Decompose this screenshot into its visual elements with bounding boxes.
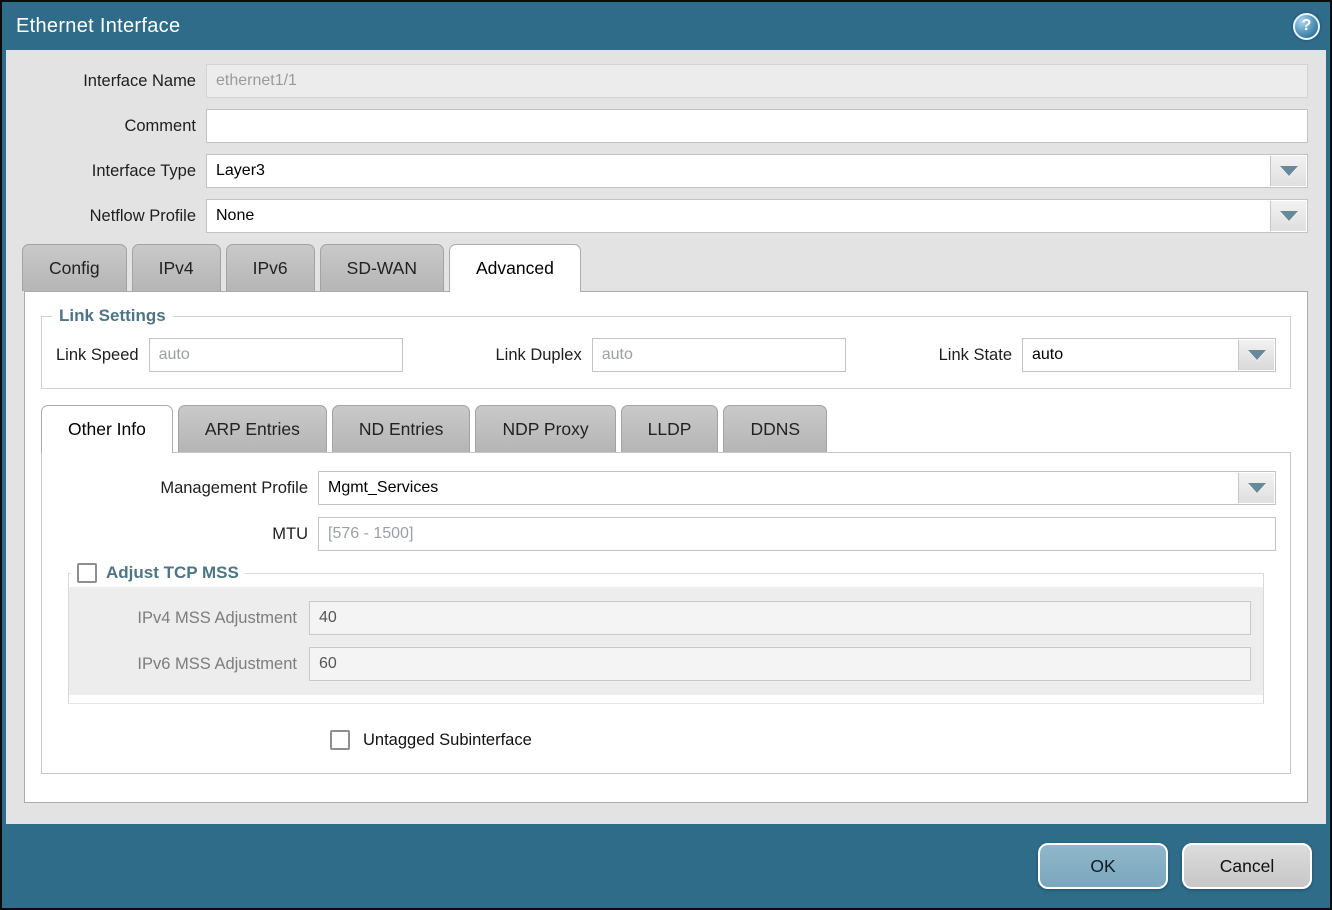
link-speed-group: Link Speed [56,338,403,372]
tab-advanced[interactable]: Advanced [449,244,581,292]
other-info-panel: Management Profile Mgmt_Services MTU [41,452,1291,774]
management-profile-select[interactable]: Mgmt_Services [318,471,1276,505]
management-profile-value: Mgmt_Services [319,472,1237,504]
link-state-label: Link State [939,346,1022,365]
tab-ipv6[interactable]: IPv6 [226,244,315,291]
top-form: Interface Name Comment Interface Type La… [6,50,1326,233]
untagged-subinterface-checkbox[interactable] [330,730,350,750]
adjust-tcp-mss-legend-text: Adjust TCP MSS [106,563,239,583]
dialog-title: Ethernet Interface [16,15,180,38]
link-duplex-field[interactable] [592,338,846,372]
netflow-profile-value: None [207,200,1269,232]
mss-disabled-box: IPv4 MSS Adjustment IPv6 MSS Adjustment [69,587,1263,695]
ethernet-interface-dialog: Ethernet Interface ? Interface Name Comm… [0,0,1332,910]
netflow-profile-select[interactable]: None [206,199,1308,233]
interface-name-field [206,64,1308,98]
dialog-footer: OK Cancel [2,824,1330,908]
management-profile-row: Management Profile Mgmt_Services [42,471,1290,505]
netflow-profile-label: Netflow Profile [6,207,206,226]
adjust-tcp-mss-checkbox[interactable] [77,563,97,583]
tab-nd-entries[interactable]: ND Entries [332,405,471,452]
link-settings-group: Link Settings Link Speed Link Duplex Lin… [41,306,1291,389]
tab-other-info[interactable]: Other Info [41,405,173,453]
interface-type-dropdown-button[interactable] [1270,156,1306,186]
mtu-label: MTU [42,525,318,544]
comment-row: Comment [6,109,1308,143]
dialog-titlebar: Ethernet Interface ? [2,2,1330,50]
ipv6-mss-row: IPv6 MSS Adjustment [69,647,1263,681]
tab-ipv4[interactable]: IPv4 [132,244,221,291]
interface-type-row: Interface Type Layer3 [6,154,1308,188]
link-speed-field[interactable] [149,338,403,372]
interface-name-label: Interface Name [6,72,206,91]
interface-type-select[interactable]: Layer3 [206,154,1308,188]
link-state-group: Link State auto [939,338,1276,372]
management-profile-dropdown-button[interactable] [1238,473,1274,503]
inner-tabbar: Other Info ARP Entries ND Entries NDP Pr… [25,405,1307,452]
mtu-field[interactable] [318,517,1276,551]
adjust-tcp-mss-legend: Adjust TCP MSS [71,563,245,583]
ipv4-mss-row: IPv4 MSS Adjustment [69,601,1263,635]
chevron-down-icon [1280,211,1298,221]
link-settings-legend: Link Settings [52,306,173,326]
advanced-tab-panel: Link Settings Link Speed Link Duplex Lin… [24,291,1308,803]
tab-config[interactable]: Config [22,244,127,291]
link-state-dropdown-button[interactable] [1238,340,1274,370]
ipv4-mss-label: IPv4 MSS Adjustment [69,609,309,628]
chevron-down-icon [1248,350,1266,360]
main-tabbar: Config IPv4 IPv6 SD-WAN Advanced [6,244,1326,291]
interface-type-value: Layer3 [207,155,1269,187]
interface-type-label: Interface Type [6,162,206,181]
link-settings-row: Link Speed Link Duplex Link State auto [52,336,1280,372]
comment-label: Comment [6,117,206,136]
link-duplex-group: Link Duplex [495,338,845,372]
link-duplex-label: Link Duplex [495,346,591,365]
mtu-row: MTU [42,517,1290,551]
adjust-tcp-mss-group: Adjust TCP MSS IPv4 MSS Adjustment IPv6 … [68,563,1264,704]
link-state-select[interactable]: auto [1022,338,1276,372]
chevron-down-icon [1280,166,1298,176]
netflow-profile-dropdown-button[interactable] [1270,201,1306,231]
tab-ddns[interactable]: DDNS [723,405,827,452]
untagged-subinterface-label: Untagged Subinterface [363,731,532,750]
cancel-button[interactable]: Cancel [1182,843,1312,889]
interface-name-row: Interface Name [6,64,1308,98]
tab-sdwan[interactable]: SD-WAN [320,244,444,291]
ipv6-mss-label: IPv6 MSS Adjustment [69,655,309,674]
ipv4-mss-field [309,601,1251,635]
link-speed-label: Link Speed [56,346,149,365]
ipv6-mss-field [309,647,1251,681]
comment-field[interactable] [206,109,1308,143]
management-profile-label: Management Profile [42,479,318,498]
dialog-body: Interface Name Comment Interface Type La… [6,50,1326,824]
untagged-subinterface-row: Untagged Subinterface [330,730,1290,750]
link-state-value: auto [1023,339,1237,371]
tab-arp-entries[interactable]: ARP Entries [178,405,327,452]
help-icon[interactable]: ? [1293,13,1320,40]
tab-lldp[interactable]: LLDP [621,405,719,452]
netflow-profile-row: Netflow Profile None [6,199,1308,233]
ok-button[interactable]: OK [1038,843,1168,889]
tab-ndp-proxy[interactable]: NDP Proxy [475,405,615,452]
chevron-down-icon [1248,483,1266,493]
